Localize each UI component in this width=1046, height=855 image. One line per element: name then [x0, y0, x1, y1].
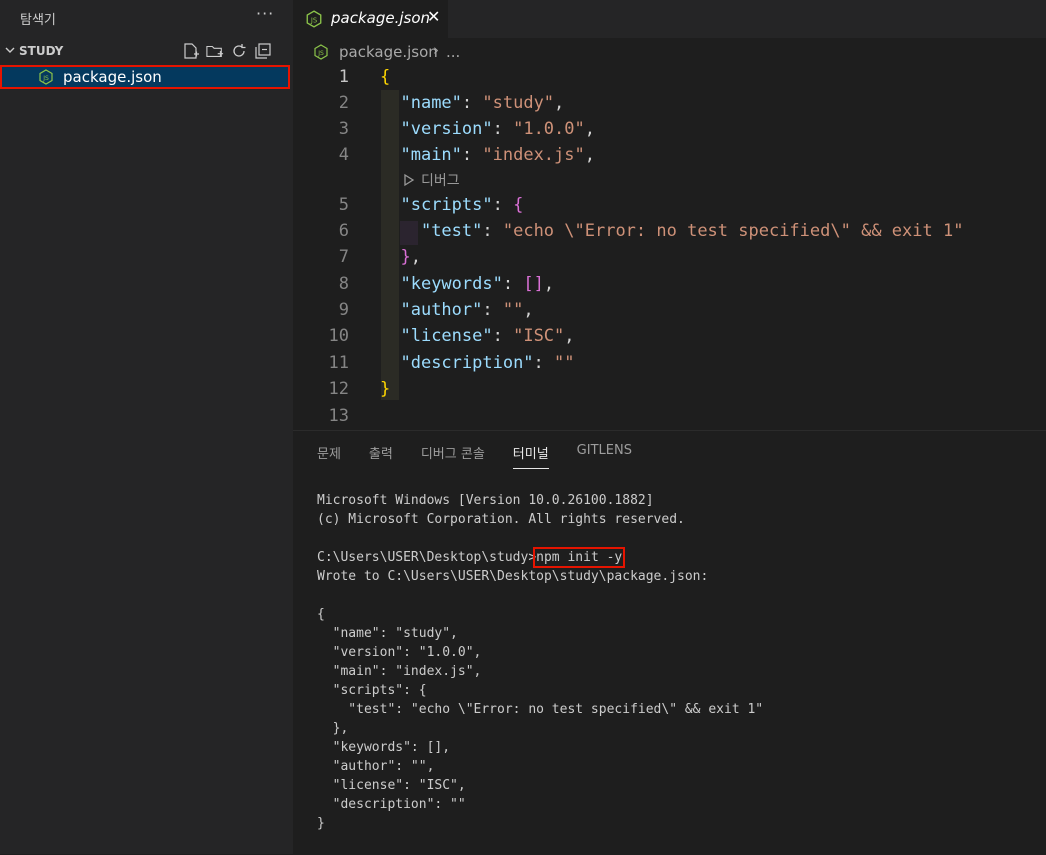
svg-text:JS: JS [42, 75, 49, 82]
explorer-actions [182, 42, 272, 60]
tab-package-json[interactable]: JS package.json ✕ [293, 0, 448, 38]
explorer-title: 탐색기 [20, 13, 56, 28]
line-number: 12 [328, 379, 349, 399]
tab-gitlens[interactable]: GITLENS [577, 443, 632, 469]
code-line: "author": "", [400, 300, 534, 320]
code-line: } [380, 379, 391, 399]
terminal-line: (c) Microsoft Corporation. All rights re… [317, 512, 685, 527]
panel-tabs: 문제 출력 디버그 콘솔 터미널 GITLENS [317, 443, 660, 469]
svg-text:JS: JS [317, 50, 324, 57]
terminal-command: npm init -y [533, 547, 626, 568]
code-line: "scripts": { [400, 195, 524, 215]
editor-tab-bar: JS package.json ✕ [293, 0, 1046, 38]
line-number: 9 [338, 300, 349, 320]
chevron-right-icon: › [433, 41, 439, 59]
json-file-icon: JS [314, 44, 328, 60]
breadcrumb-file[interactable]: package.json [339, 43, 438, 61]
terminal-line: "keywords": [], [317, 740, 451, 755]
json-file-icon: JS [306, 10, 322, 28]
terminal-line: "name": "study", [317, 626, 458, 641]
debug-codelens[interactable]: 디버그 [403, 170, 460, 190]
terminal-line: "author": "", [317, 759, 435, 774]
terminal-blank [317, 586, 763, 605]
new-file-icon[interactable] [182, 42, 200, 60]
terminal-line: } [317, 816, 325, 831]
terminal-line: "scripts": { [317, 683, 427, 698]
terminal-line: Microsoft Windows [Version 10.0.26100.18… [317, 493, 654, 508]
svg-text:JS: JS [310, 16, 317, 24]
new-folder-icon[interactable] [206, 42, 224, 60]
line-number: 13 [328, 406, 349, 426]
tab-problems[interactable]: 문제 [317, 443, 341, 469]
bottom-panel: 문제 출력 디버그 콘솔 터미널 GITLENS Microsoft Windo… [293, 430, 1046, 855]
terminal-line: "description": "" [317, 797, 466, 812]
line-number: 6 [338, 221, 349, 241]
explorer-sidebar: 탐색기 ··· STUDY JS package.json [0, 0, 293, 854]
terminal-line: Wrote to C:\Users\USER\Desktop\study\pac… [317, 569, 709, 584]
code-line: }, [400, 247, 421, 267]
code-line: "test": "echo \"Error: no test specified… [420, 221, 964, 241]
more-actions-icon[interactable]: ··· [256, 4, 274, 23]
workspace-name: STUDY [19, 44, 64, 58]
json-file-icon: JS [39, 69, 53, 85]
line-number: 7 [338, 247, 349, 267]
terminal-prompt-line: C:\Users\USER\Desktop\study>npm init -y [317, 547, 763, 568]
refresh-icon[interactable] [230, 42, 248, 60]
play-icon [404, 173, 415, 187]
code-line: "keywords": [], [400, 274, 555, 294]
tab-output[interactable]: 출력 [369, 443, 393, 469]
terminal-prompt: C:\Users\USER\Desktop\study> [317, 550, 537, 565]
code-line: "description": "" [400, 353, 575, 373]
line-number: 2 [338, 93, 349, 113]
code-line: "main": "index.js", [400, 145, 595, 165]
terminal-line: { [317, 607, 325, 622]
code-line: "name": "study", [400, 93, 565, 113]
line-number: 1 [338, 67, 349, 87]
terminal-output[interactable]: Microsoft Windows [Version 10.0.26100.18… [317, 491, 763, 833]
line-number: 4 [338, 145, 349, 165]
line-number: 8 [338, 274, 349, 294]
tab-terminal[interactable]: 터미널 [512, 443, 549, 469]
terminal-line: "test": "echo \"Error: no test specified… [317, 702, 764, 717]
breadcrumb: JS package.json › ... [293, 40, 1046, 64]
tab-label: package.json [331, 9, 431, 27]
code-line: "license": "ISC", [400, 326, 575, 346]
editor-area: JS package.json ✕ JS package.json › ... … [293, 0, 1046, 430]
code-line: { [380, 67, 391, 87]
codelens-label: 디버그 [421, 173, 460, 189]
close-icon[interactable]: ✕ [427, 7, 440, 26]
breadcrumb-symbol[interactable]: ... [446, 43, 460, 61]
line-number: 11 [328, 353, 349, 373]
collapse-all-icon[interactable] [254, 42, 272, 60]
tab-debug-console[interactable]: 디버그 콘솔 [421, 443, 485, 469]
file-item-label: package.json [63, 68, 162, 86]
workspace-section-header[interactable]: STUDY [0, 42, 293, 64]
terminal-line: }, [317, 721, 349, 736]
code-line: "version": "1.0.0", [400, 119, 595, 139]
terminal-line: "main": "index.js", [317, 664, 482, 679]
chevron-down-icon [5, 47, 15, 53]
line-number: 5 [338, 195, 349, 215]
terminal-line: "license": "ISC", [317, 778, 466, 793]
terminal-line: "version": "1.0.0", [317, 645, 482, 660]
line-number: 3 [338, 119, 349, 139]
line-number: 10 [328, 326, 349, 346]
terminal-blank [317, 529, 763, 548]
file-item-package-json[interactable]: JS package.json [0, 65, 290, 89]
